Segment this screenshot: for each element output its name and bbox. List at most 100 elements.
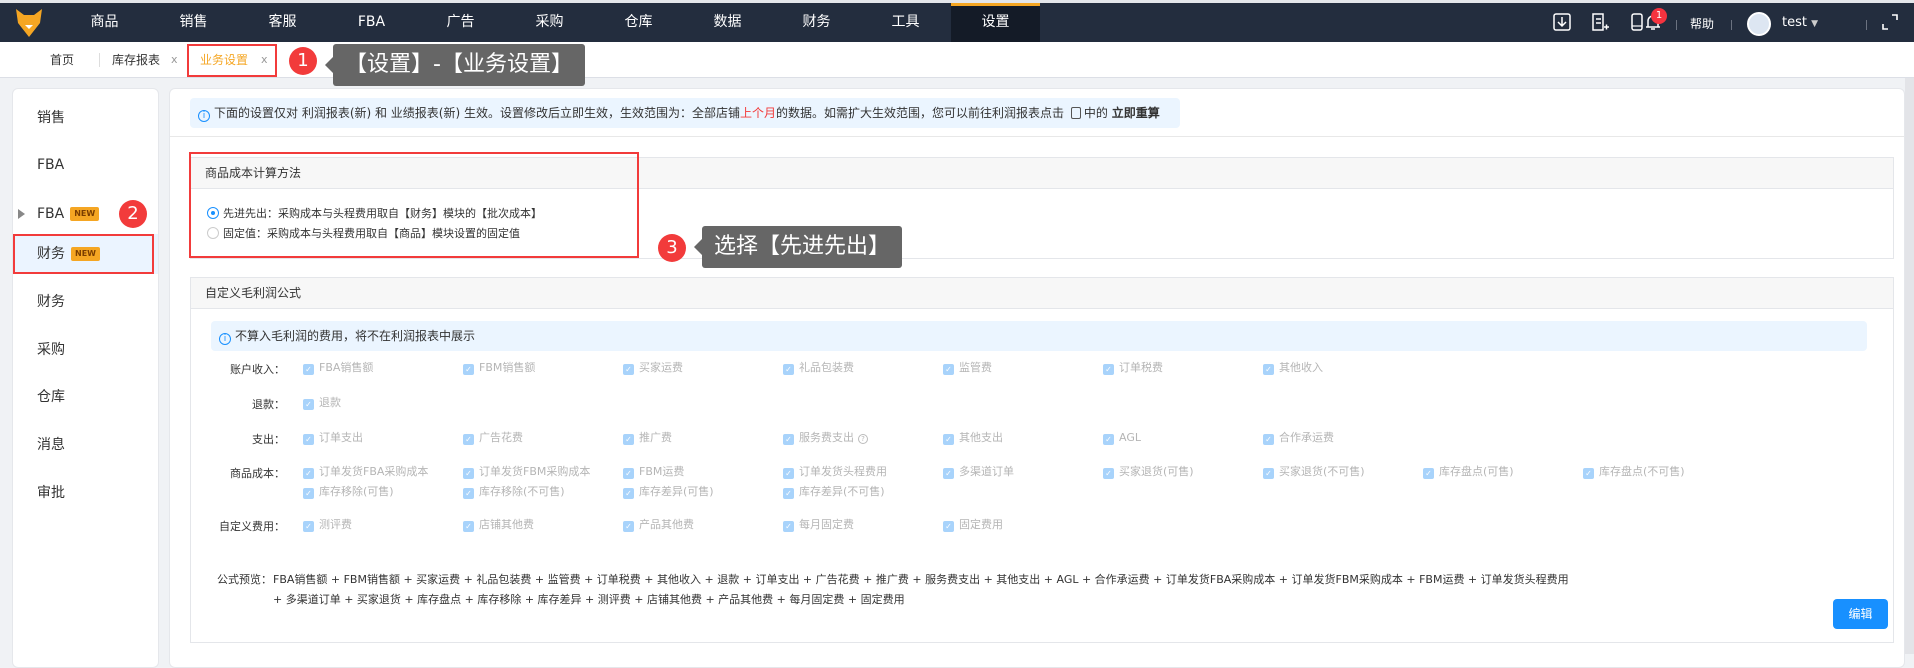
checkbox[interactable]: ✓ FBM销售额 [463, 361, 535, 375]
checkbox-label: FBM销售额 [479, 361, 536, 374]
nav-item[interactable]: 数据 [683, 3, 772, 42]
recalculate-link[interactable]: 立即重算 [1112, 106, 1160, 120]
nav-item[interactable]: 工具 [861, 3, 950, 42]
divider [1866, 20, 1867, 30]
checkbox-checked-icon: ✓ [463, 434, 474, 445]
checkbox-label: 测评费 [319, 518, 352, 531]
nav-item[interactable]: 采购 [505, 3, 594, 42]
nav-item[interactable]: 销售 [149, 3, 238, 42]
notice-text: 不算入毛利润的费用，将不在利润报表中展示 [235, 329, 476, 343]
checkbox[interactable]: ✓ 店铺其他费 [463, 518, 534, 532]
help-link[interactable]: 帮助 [1690, 3, 1714, 45]
checkbox[interactable]: ✓ 服务费支出? [783, 431, 868, 445]
checkbox[interactable]: ✓ 库存盘点(不可售) [1583, 465, 1685, 479]
avatar[interactable] [1747, 12, 1771, 36]
notice-text: 下面的设置仅对 利润报表(新) 和 业绩报表(新) 生效。设置修改后立即生效，生… [214, 106, 740, 120]
checkbox[interactable]: ✓ 订单支出 [303, 431, 363, 445]
checkbox[interactable]: ✓ 其他收入 [1263, 361, 1323, 375]
expand-arrow-icon[interactable] [18, 209, 25, 219]
sidebar-item[interactable]: 审批 [13, 473, 158, 513]
annotation-tooltip: 选择【先进先出】 [693, 226, 903, 268]
checkbox-label: 买家退货(可售) [1119, 465, 1194, 478]
checkbox[interactable]: ✓ 库存盘点(可售) [1423, 465, 1514, 479]
nav-item[interactable]: 财务 [772, 3, 861, 42]
checkbox[interactable]: ✓ 监管费 [943, 361, 992, 375]
row-label: 账户收入： [230, 363, 285, 376]
nav-item[interactable]: 广告 [416, 3, 505, 42]
checkbox-label: 订单发货头程费用 [799, 465, 887, 478]
sidebar-item[interactable]: 销售 [13, 98, 158, 138]
checkbox-checked-icon: ✓ [463, 488, 474, 499]
nav-item[interactable]: 设置 [951, 3, 1040, 42]
notice-highlight: 上个月 [740, 106, 777, 120]
checkbox[interactable]: ✓ 广告花费 [463, 431, 523, 445]
add-document-icon[interactable] [1590, 13, 1610, 33]
checkbox[interactable]: ✓ 合作承运费 [1263, 431, 1334, 445]
sidebar-item[interactable]: 财务 [13, 282, 158, 322]
checkbox[interactable]: ✓ 订单税费 [1103, 361, 1163, 375]
checkbox[interactable]: ✓ 推广费 [623, 431, 672, 445]
new-badge: NEW [70, 207, 100, 221]
checkbox[interactable]: ✓ 库存差异(不可售) [783, 485, 885, 499]
info-icon: i [219, 333, 231, 345]
sidebar-item[interactable]: 采购 [13, 330, 158, 370]
checkbox[interactable]: ✓ 买家退货(可售) [1103, 465, 1194, 479]
checkbox[interactable]: ✓ 库存移除(不可售) [463, 485, 565, 499]
close-icon[interactable]: x [171, 42, 178, 78]
checkbox-checked-icon: ✓ [783, 434, 794, 445]
username: test [1782, 15, 1807, 30]
tab-home[interactable]: 首页 [50, 42, 74, 78]
checkbox[interactable]: ✓ FBM运费 [623, 465, 684, 479]
edit-button[interactable]: 编辑 [1833, 599, 1888, 629]
checkbox[interactable]: ✓ 多渠道订单 [943, 465, 1014, 479]
help-icon[interactable]: ? [858, 434, 868, 444]
sidebar-item[interactable]: FBA [13, 145, 158, 185]
download-icon[interactable] [1552, 13, 1572, 33]
checkbox-label: FBM运费 [639, 465, 685, 478]
checkbox[interactable]: ✓ 退款 [303, 396, 341, 410]
scrollbar[interactable] [1905, 78, 1914, 654]
checkbox-label: 订单发货FBM采购成本 [479, 465, 591, 478]
checkbox[interactable]: ✓ 测评费 [303, 518, 352, 532]
checkbox[interactable]: ✓ 库存差异(可售) [623, 485, 714, 499]
checkbox[interactable]: ✓ 库存移除(可售) [303, 485, 394, 499]
nav-item[interactable]: 仓库 [594, 3, 683, 42]
checkbox-checked-icon: ✓ [1103, 434, 1114, 445]
checkbox[interactable]: ✓ 其他支出 [943, 431, 1003, 445]
checkbox-label: 库存盘点(可售) [1439, 465, 1514, 478]
checkbox[interactable]: ✓ 礼品包装费 [783, 361, 854, 375]
checkbox-label: AGL [1119, 431, 1141, 444]
sidebar-item[interactable]: 消息 [13, 425, 158, 465]
tab-inventory-report[interactable]: 库存报表 [112, 42, 160, 78]
fullscreen-icon[interactable] [1880, 13, 1900, 33]
divider [170, 136, 1904, 137]
checkbox[interactable]: ✓ 买家运费 [623, 361, 683, 375]
checkbox[interactable]: ✓ 订单发货头程费用 [783, 465, 887, 479]
formula-preview: FBA销售额 + FBM销售额 + 买家运费 + 礼品包装费 + 监管费 + 订… [273, 573, 1569, 606]
checkbox-checked-icon: ✓ [623, 364, 634, 375]
annotation-marker: 3 [658, 234, 686, 262]
checkbox-checked-icon: ✓ [1263, 468, 1274, 479]
checkbox-checked-icon: ✓ [303, 364, 314, 375]
top-navigation: 商品 销售 客服 FBA 广告 采购 仓库 数据 财务 工具 设置 1 帮助 test ▼ [0, 0, 1914, 42]
nav-item[interactable]: 客服 [238, 3, 327, 42]
checkbox[interactable]: ✓ 固定费用 [943, 518, 1003, 532]
checkbox-label: 订单发货FBA采购成本 [319, 465, 429, 478]
user-menu[interactable]: test ▼ [1782, 3, 1818, 44]
sidebar-item-label: 仓库 [37, 389, 65, 405]
checkbox[interactable]: ✓ 买家退货(不可售) [1263, 465, 1365, 479]
nav-item[interactable]: 商品 [60, 3, 149, 42]
nav-item[interactable]: FBA [327, 3, 416, 42]
checkbox[interactable]: ✓ 订单发货FBA采购成本 [303, 465, 428, 479]
checkbox-checked-icon: ✓ [303, 488, 314, 499]
checkbox[interactable]: ✓ 订单发货FBM采购成本 [463, 465, 590, 479]
checkbox-label: 推广费 [639, 431, 672, 444]
checkbox-label: 礼品包装费 [799, 361, 854, 374]
checkbox-label: 其他支出 [959, 431, 1003, 444]
checkbox[interactable]: ✓ AGL [1103, 431, 1141, 445]
checkbox[interactable]: ✓ 产品其他费 [623, 518, 694, 532]
checkbox[interactable]: ✓ 每月固定费 [783, 518, 854, 532]
checkbox-checked-icon: ✓ [783, 468, 794, 479]
checkbox[interactable]: ✓ FBA销售额 [303, 361, 373, 375]
sidebar-item[interactable]: 仓库 [13, 377, 158, 417]
